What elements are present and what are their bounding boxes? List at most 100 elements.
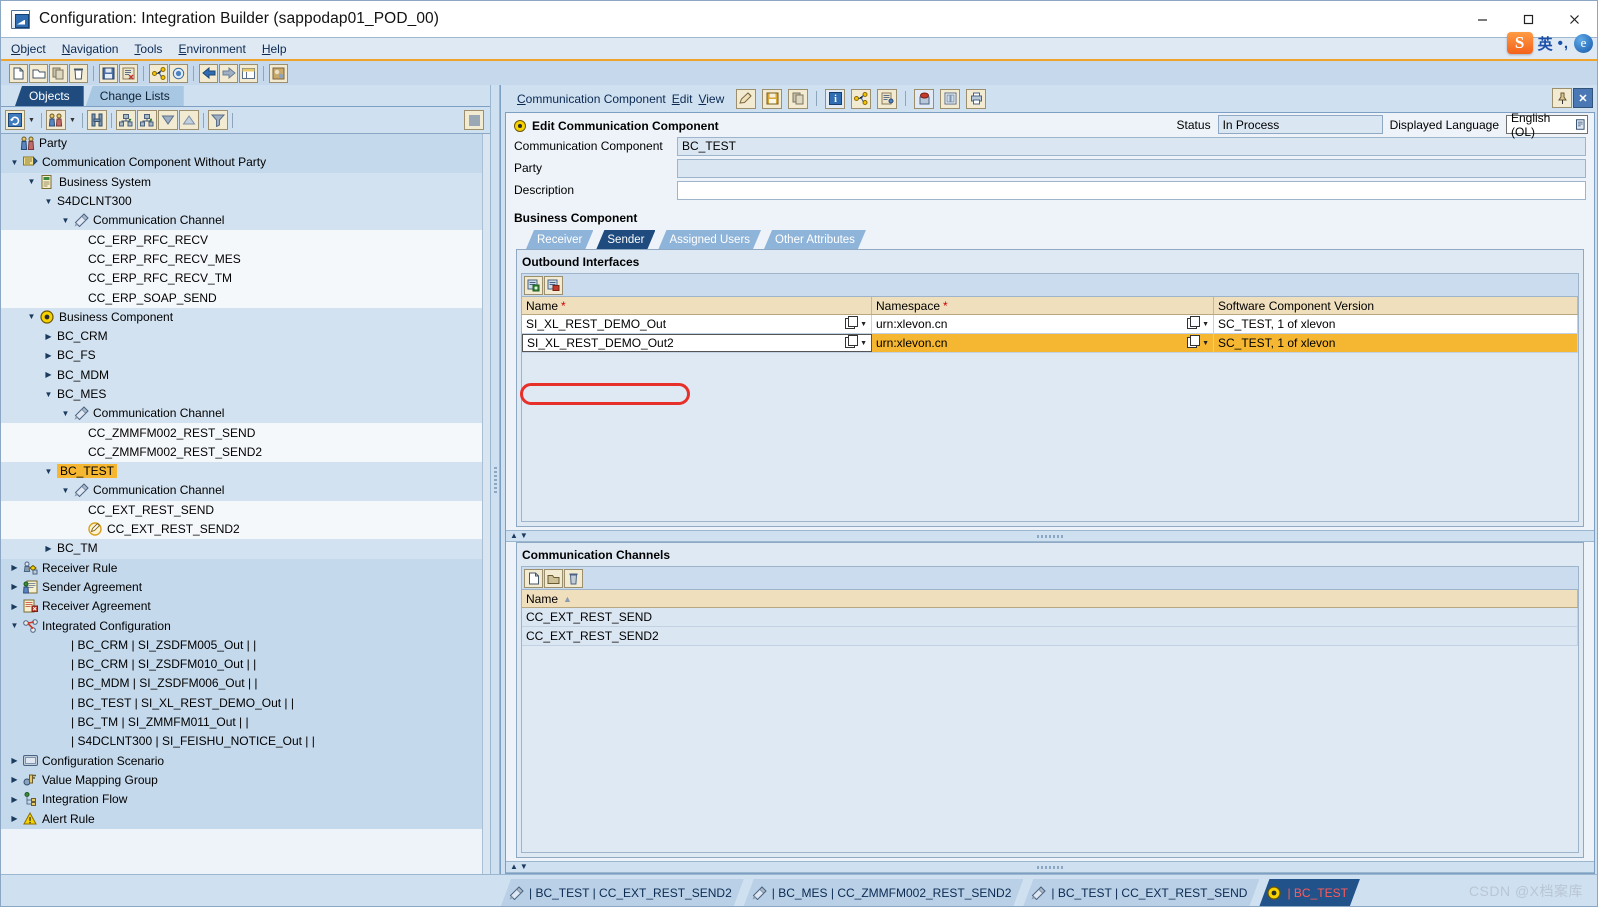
value-help-icon[interactable] bbox=[844, 316, 859, 331]
print-icon[interactable] bbox=[966, 88, 987, 109]
filter-icon[interactable] bbox=[207, 110, 228, 130]
menu-help[interactable]: Help bbox=[262, 42, 287, 56]
menu-object[interactable]: Object bbox=[11, 42, 46, 56]
tree-item-party[interactable]: Party bbox=[1, 134, 490, 154]
copy-icon[interactable] bbox=[788, 88, 809, 109]
expand-arrow-open-icon[interactable]: ▼ bbox=[26, 176, 37, 187]
docs-icon[interactable] bbox=[940, 88, 961, 109]
tree-item-communication-channel[interactable]: ▼ Communication Channel bbox=[1, 404, 490, 424]
menu-environment[interactable]: Environment bbox=[178, 42, 245, 56]
value-help-icon[interactable] bbox=[1186, 316, 1201, 331]
expand-arrow-open-icon[interactable]: ▼ bbox=[60, 408, 71, 419]
refresh-icon[interactable] bbox=[5, 110, 25, 130]
move-up-icon[interactable] bbox=[178, 110, 199, 130]
outbound-interface-row[interactable]: SI_XL_REST_DEMO_Out ▼ urn:xlevon.cn ▼ SC_TES… bbox=[522, 315, 1578, 334]
tree-item-bc-test-si-xl-rest-demo-out[interactable]: | BC_TEST | SI_XL_REST_DEMO_Out | | bbox=[1, 693, 490, 713]
find-objects-icon[interactable] bbox=[45, 110, 66, 130]
close-window-icon[interactable]: ✕ bbox=[1573, 88, 1593, 108]
find-objects-dropdown-icon[interactable]: ▼ bbox=[67, 117, 78, 124]
tab-other-attributes[interactable]: Other Attributes bbox=[764, 230, 866, 249]
expand-arrow-closed-icon[interactable]: ▶ bbox=[43, 350, 54, 361]
object-tree[interactable]: Party ▼ Communication Component Without Pa… bbox=[1, 133, 490, 874]
column-header-name[interactable]: Name * bbox=[522, 297, 872, 314]
expand-arrow-open-icon[interactable]: ▼ bbox=[9, 157, 20, 168]
insert-row-icon[interactable] bbox=[524, 275, 543, 295]
where-used-icon[interactable] bbox=[851, 88, 872, 109]
theme-icon[interactable] bbox=[269, 63, 288, 83]
column-header-software-component-version[interactable]: Software Component Version bbox=[1214, 297, 1578, 314]
tab-change-lists[interactable]: Change Lists bbox=[85, 86, 184, 106]
tree-item-sender-agreement[interactable]: ▶ Sender Agreement bbox=[1, 577, 490, 598]
delete-icon[interactable] bbox=[69, 63, 88, 83]
bottom-splitter-arrows[interactable]: ▲▼ bbox=[510, 862, 530, 871]
info-icon[interactable]: i bbox=[825, 88, 846, 109]
tree-item-alert-rule[interactable]: ▶ Alert Rule bbox=[1, 809, 490, 829]
tree-item-integration-flow[interactable]: ▶ Integration Flow bbox=[1, 790, 490, 810]
tree-item-configuration-scenario[interactable]: ▶ Configuration Scenario bbox=[1, 751, 490, 771]
communication-channel-row[interactable]: CC_EXT_REST_SEND2 bbox=[522, 627, 1578, 646]
check-icon[interactable] bbox=[169, 63, 188, 83]
splitter-arrows[interactable]: ▲▼ bbox=[510, 531, 530, 540]
taskbar-tab[interactable]: | BC_MES | CC_ZMMFM002_REST_SEND2 bbox=[744, 879, 1024, 906]
tree-item-integrated-configuration[interactable]: ▼ Integrated Configuration bbox=[1, 616, 490, 636]
tree-item-bc-crm-si-zsdfm010-out[interactable]: | BC_CRM | SI_ZSDFM010_Out | | bbox=[1, 655, 490, 675]
channels-grid[interactable]: Name ▲ CC_EXT_REST_SEND CC_EXT_REST_SEND2 bbox=[521, 589, 1579, 853]
menu-tools[interactable]: Tools bbox=[134, 42, 162, 56]
expand-all-icon[interactable] bbox=[115, 110, 136, 130]
tree-item-bc-mdm[interactable]: ▶ BC_MDM bbox=[1, 365, 490, 385]
edit-mode-icon[interactable] bbox=[736, 88, 757, 109]
editor-menu-view[interactable]: View bbox=[698, 92, 724, 106]
menu-navigation[interactable]: Navigation bbox=[62, 42, 119, 56]
delete-row-icon[interactable] bbox=[544, 275, 563, 295]
tab-assigned-users[interactable]: Assigned Users bbox=[658, 230, 761, 249]
tree-item-bc-test[interactable]: ▼ BC_TEST bbox=[1, 462, 490, 482]
new-icon[interactable] bbox=[9, 63, 28, 83]
column-header-namespace[interactable]: Namespace * bbox=[872, 297, 1214, 314]
expand-arrow-open-icon[interactable]: ▼ bbox=[43, 466, 54, 477]
tab-objects[interactable]: Objects bbox=[15, 86, 84, 106]
tree-item-bc-crm[interactable]: ▶ BC_CRM bbox=[1, 326, 490, 347]
tree-item-cc-erp-rfc-recv[interactable]: CC_ERP_RFC_RECV bbox=[1, 230, 490, 250]
delete-channel-icon[interactable] bbox=[564, 568, 583, 588]
tab-receiver[interactable]: Receiver bbox=[526, 230, 593, 249]
save-icon[interactable] bbox=[99, 63, 118, 83]
expand-arrow-closed-icon[interactable]: ▶ bbox=[9, 813, 20, 824]
tree-item-cc-erp-soap-send[interactable]: CC_ERP_SOAP_SEND bbox=[1, 288, 490, 308]
forward-icon[interactable] bbox=[219, 63, 238, 83]
horizontal-splitter[interactable]: ▲▼ bbox=[506, 530, 1594, 542]
expand-arrow-open-icon[interactable]: ▼ bbox=[60, 215, 71, 226]
tree-item-cc-erp-rfc-recv-mes[interactable]: CC_ERP_RFC_RECV_MES bbox=[1, 249, 490, 270]
tree-item-s4dclnt300-si-feishu-notice-out[interactable]: | S4DCLNT300 | SI_FEISHU_NOTICE_Out | | bbox=[1, 732, 490, 752]
tree-item-cc-zmmfm002-rest-send2[interactable]: CC_ZMMFM002_REST_SEND2 bbox=[1, 442, 490, 463]
tree-item-bc-fs[interactable]: ▶ BC_FS bbox=[1, 346, 490, 366]
tree-item-cc-erp-rfc-recv-tm[interactable]: CC_ERP_RFC_RECV_TM bbox=[1, 269, 490, 289]
where-used-icon[interactable] bbox=[149, 63, 168, 83]
save-icon[interactable] bbox=[762, 88, 783, 109]
expand-arrow-open-icon[interactable]: ▼ bbox=[60, 485, 71, 496]
change-list-icon[interactable] bbox=[877, 88, 898, 109]
expand-arrow-closed-icon[interactable]: ▶ bbox=[9, 794, 20, 805]
tab-sender[interactable]: Sender bbox=[596, 230, 655, 249]
editor-menu-communication-component[interactable]: Communication Component bbox=[517, 92, 666, 106]
outbound-scv-cell[interactable]: SC_TEST, 1 of xlevon bbox=[1214, 334, 1578, 352]
expand-arrow-closed-icon[interactable]: ▶ bbox=[9, 755, 20, 766]
expand-arrow-closed-icon[interactable]: ▶ bbox=[9, 562, 20, 573]
column-header-channel-name[interactable]: Name ▲ bbox=[522, 590, 1578, 607]
communication-channel-row[interactable]: CC_EXT_REST_SEND bbox=[522, 608, 1578, 627]
tree-item-communication-channel[interactable]: ▼ Communication Channel bbox=[1, 211, 490, 231]
tree-item-bc-mes[interactable]: ▼ BC_MES bbox=[1, 384, 490, 405]
tree-item-receiver-rule[interactable]: ▶ Receiver Rule bbox=[1, 558, 490, 578]
back-icon[interactable] bbox=[199, 63, 218, 83]
tree-item-receiver-agreement[interactable]: ▶ Receiver Agreement bbox=[1, 597, 490, 617]
history-icon[interactable] bbox=[914, 88, 935, 109]
sogou-logo-icon[interactable]: S bbox=[1506, 32, 1533, 54]
expand-arrow-open-icon[interactable]: ▼ bbox=[26, 311, 37, 322]
ime-mode-label[interactable]: 英 bbox=[1538, 33, 1553, 54]
pin-icon[interactable] bbox=[1552, 88, 1572, 108]
expand-arrow-closed-icon[interactable]: ▶ bbox=[43, 543, 54, 554]
field-input-description[interactable] bbox=[677, 180, 1586, 200]
expand-arrow-open-icon[interactable]: ▼ bbox=[43, 389, 54, 400]
outbound-name-cell[interactable]: SI_XL_REST_DEMO_Out ▼ bbox=[522, 315, 872, 333]
outbound-scv-cell[interactable]: SC_TEST, 1 of xlevon bbox=[1214, 315, 1578, 333]
expand-arrow-closed-icon[interactable]: ▶ bbox=[43, 369, 54, 380]
